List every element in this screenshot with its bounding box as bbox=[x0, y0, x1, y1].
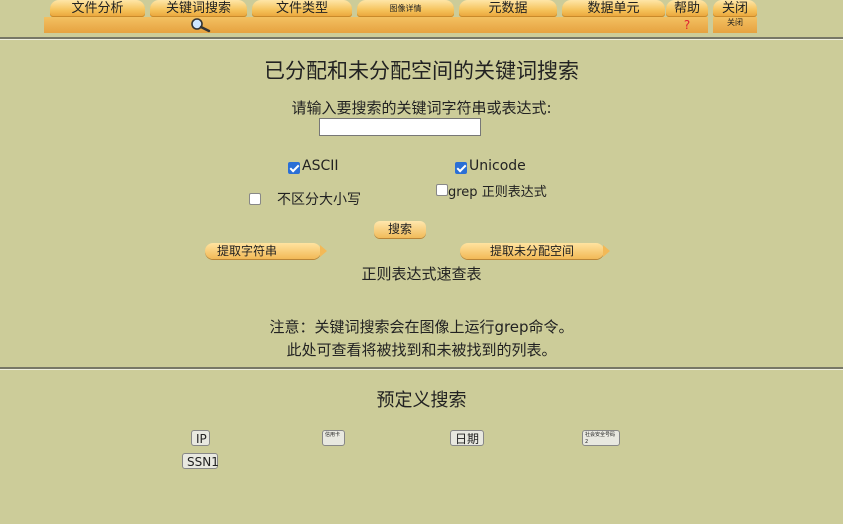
keyword-prompt: 请输入要搜索的关键词字符串或表达式: bbox=[291, 99, 552, 117]
grep-regex-checkbox[interactable] bbox=[436, 184, 448, 196]
predefined-date-button[interactable]: 日期 bbox=[450, 430, 484, 446]
tab-subbar bbox=[44, 17, 666, 33]
predefined-ip-button[interactable]: IP bbox=[191, 430, 210, 446]
magnifier-icon bbox=[191, 18, 211, 33]
tab-file-type[interactable]: 文件类型 bbox=[252, 0, 352, 17]
regex-cheatsheet-link[interactable]: 正则表达式速查表 bbox=[0, 263, 843, 284]
note-line-2: 此处可查看将被找到和未被找到的列表。 bbox=[286, 341, 557, 359]
help-question-icon[interactable]: ? bbox=[666, 17, 708, 33]
search-button[interactable]: 搜索 bbox=[374, 221, 426, 238]
predefined-search-title: 预定义搜索 bbox=[376, 390, 467, 411]
close-sub-label[interactable]: 关闭 bbox=[713, 17, 757, 33]
tab-file-analysis[interactable]: 文件分析 bbox=[50, 0, 145, 17]
tab-keyword-search[interactable]: 关键词搜索 bbox=[150, 0, 247, 17]
grep-regex-label: grep 正则表达式 bbox=[448, 185, 547, 200]
keyword-input[interactable] bbox=[319, 118, 481, 136]
tab-close[interactable]: 关闭 bbox=[713, 0, 757, 17]
tab-image-details[interactable]: 图像详情 bbox=[357, 0, 454, 17]
ascii-label: ASCII bbox=[302, 158, 339, 174]
top-tab-bar: 文件分析 关键词搜索 文件类型 图像详情 元数据 数据单元 帮助 ? 关闭 关闭 bbox=[0, 0, 843, 38]
ascii-checkbox[interactable] bbox=[288, 162, 300, 174]
page-title: 已分配和未分配空间的关键词搜索 bbox=[264, 59, 579, 83]
extract-unallocated-button[interactable]: 提取未分配空间 bbox=[460, 243, 610, 259]
extract-strings-button[interactable]: 提取字符串 bbox=[205, 243, 327, 259]
predefined-ssn2-button[interactable]: 社会安全号码2 bbox=[582, 430, 620, 446]
tab-help[interactable]: 帮助 bbox=[666, 0, 708, 17]
tab-metadata[interactable]: 元数据 bbox=[459, 0, 557, 17]
predefined-cc-button[interactable]: 信用卡 bbox=[322, 430, 345, 446]
note-line-1: 注意：关键词搜索会在图像上运行grep命令。 bbox=[269, 318, 574, 336]
unicode-label: Unicode bbox=[469, 158, 526, 174]
predefined-ssn1-button[interactable]: SSN1 bbox=[182, 453, 219, 469]
case-insensitive-label: 不区分大小写 bbox=[277, 192, 361, 208]
unicode-checkbox[interactable] bbox=[455, 162, 467, 174]
tab-data-unit[interactable]: 数据单元 bbox=[562, 0, 665, 17]
section-divider bbox=[0, 367, 843, 370]
top-divider bbox=[0, 37, 843, 40]
case-insensitive-checkbox[interactable] bbox=[249, 193, 261, 205]
